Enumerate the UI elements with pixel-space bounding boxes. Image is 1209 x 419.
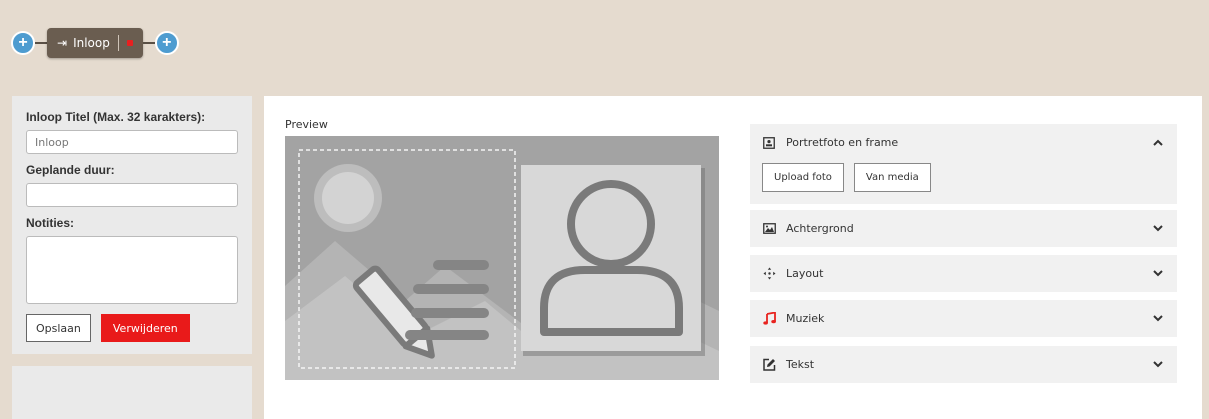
move-arrows-icon xyxy=(762,267,776,281)
accordion-text-header[interactable]: Tekst xyxy=(750,346,1177,383)
sign-in-icon: ⇥ xyxy=(57,36,68,50)
accordion-music-header[interactable]: Muziek xyxy=(750,300,1177,337)
accordion-music-title: Muziek xyxy=(786,312,825,325)
main-panel: Preview Portretfoto en frame Upload foto… xyxy=(264,96,1202,419)
preview-label: Preview xyxy=(285,118,328,131)
secondary-panel xyxy=(12,366,252,419)
accordion-background-title: Achtergrond xyxy=(786,222,854,235)
accordion-text: Tekst xyxy=(750,346,1177,383)
accordion-layout: Layout xyxy=(750,255,1177,292)
accordion-background: Achtergrond xyxy=(750,210,1177,247)
accordion-portrait: Portretfoto en frame Upload foto Van med… xyxy=(750,124,1177,204)
accordion-text-title: Tekst xyxy=(786,358,815,371)
from-media-button[interactable]: Van media xyxy=(853,163,931,192)
step-flow: + ⇥ Inloop + xyxy=(11,28,179,58)
accordion-layout-header[interactable]: Layout xyxy=(750,255,1177,292)
flow-connector xyxy=(35,42,47,44)
title-field-label: Inloop Titel (Max. 32 karakters): xyxy=(26,110,206,124)
chevron-down-icon xyxy=(1151,312,1165,325)
step-chip-inloop[interactable]: ⇥ Inloop xyxy=(47,28,143,58)
edit-icon xyxy=(762,358,776,372)
duration-input[interactable] xyxy=(26,183,238,207)
add-icon: + xyxy=(18,34,28,51)
chevron-down-icon xyxy=(1151,358,1165,371)
form-actions: Opslaan Verwijderen xyxy=(26,314,238,342)
image-icon xyxy=(762,222,776,236)
accordion-portrait-header[interactable]: Portretfoto en frame xyxy=(750,124,1177,161)
title-input[interactable] xyxy=(26,130,238,154)
music-note-icon xyxy=(762,312,776,326)
chevron-down-icon xyxy=(1151,267,1165,280)
add-step-before-button[interactable]: + xyxy=(11,31,35,55)
divider xyxy=(117,35,119,51)
save-button[interactable]: Opslaan xyxy=(26,314,91,342)
upload-photo-button[interactable]: Upload foto xyxy=(762,163,844,192)
accordion-music: Muziek xyxy=(750,300,1177,337)
notes-field-label: Notities: xyxy=(26,216,74,230)
step-settings-panel: Inloop Titel (Max. 32 karakters): Geplan… xyxy=(12,96,252,354)
preview-placeholder-illustration xyxy=(285,136,719,380)
accordion-portrait-body: Upload foto Van media xyxy=(750,161,1177,204)
accordion-background-header[interactable]: Achtergrond xyxy=(750,210,1177,247)
add-icon: + xyxy=(162,34,172,51)
chevron-down-icon xyxy=(1151,222,1165,235)
delete-button[interactable]: Verwijderen xyxy=(100,314,190,342)
step-delete-icon[interactable] xyxy=(126,40,133,46)
notes-textarea[interactable] xyxy=(26,236,238,304)
accordion-portrait-title: Portretfoto en frame xyxy=(786,136,899,149)
preview-canvas[interactable] xyxy=(285,136,719,380)
flow-connector xyxy=(142,42,155,44)
accordion-layout-title: Layout xyxy=(786,267,824,280)
chevron-up-icon xyxy=(1151,136,1165,149)
portrait-icon xyxy=(762,136,776,150)
duration-field-label: Geplande duur: xyxy=(26,163,115,177)
add-step-after-button[interactable]: + xyxy=(154,31,179,55)
step-label: Inloop xyxy=(73,36,110,50)
